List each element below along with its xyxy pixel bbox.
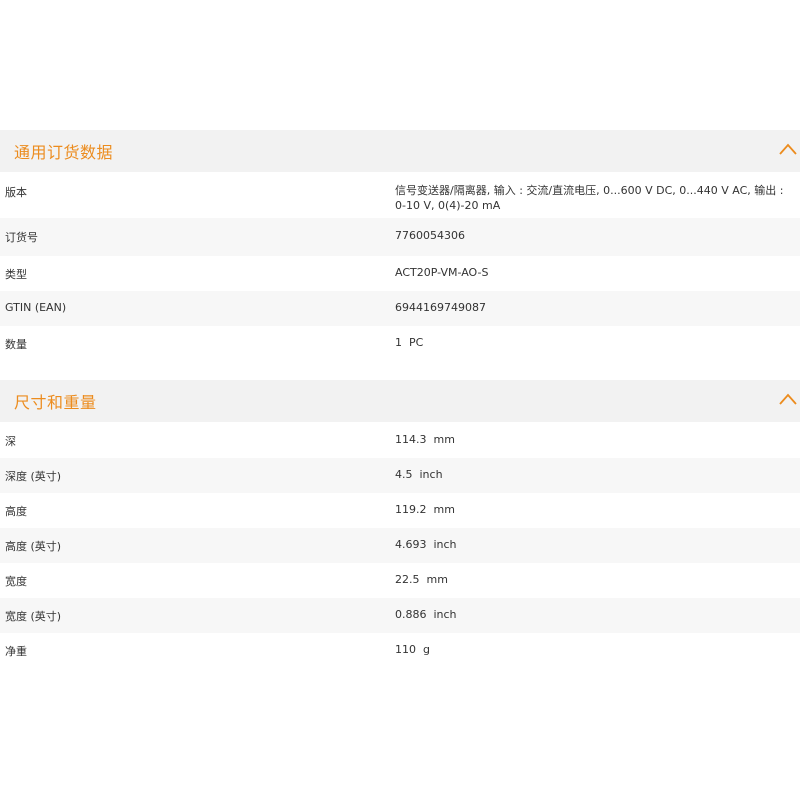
- row-label: 净重: [5, 645, 27, 658]
- table-row-quantity: 数量 1 PC: [0, 326, 800, 361]
- row-label: 订货号: [5, 231, 38, 244]
- page: 通用订货数据 版本 信号变送器/隔离器, 输入 : 交流/直流电压, 0...6…: [0, 0, 800, 800]
- table-row-gtin: GTIN (EAN) 6944169749087: [0, 291, 800, 326]
- row-value: 1 PC: [395, 336, 424, 349]
- section-title: 通用订货数据: [14, 143, 114, 162]
- row-value: 114.3 mm: [395, 433, 455, 446]
- table-row-net-weight: 净重 110 g: [0, 633, 800, 668]
- section-header-general-ordering[interactable]: 通用订货数据: [0, 130, 800, 172]
- row-label: 宽度 (英寸): [5, 610, 62, 623]
- chevron-up-icon[interactable]: [778, 142, 798, 156]
- table-row-height: 高度 119.2 mm: [0, 493, 800, 528]
- row-label: 深度 (英寸): [5, 470, 62, 483]
- row-label: 版本: [5, 186, 27, 199]
- row-value: 4.693 inch: [395, 538, 457, 551]
- table-row-type: 类型 ACT20P-VM-AO-S: [0, 256, 800, 291]
- row-label: 宽度: [5, 575, 27, 588]
- row-value: 4.5 inch: [395, 468, 443, 481]
- row-label: GTIN (EAN): [5, 301, 67, 314]
- row-value: 22.5 mm: [395, 573, 448, 586]
- row-value: 7760054306: [395, 229, 465, 242]
- row-label: 数量: [5, 338, 27, 351]
- table-row-depth-inch: 深度 (英寸) 4.5 inch: [0, 458, 800, 493]
- row-label: 高度: [5, 505, 27, 518]
- row-label: 高度 (英寸): [5, 540, 62, 553]
- row-value: 信号变送器/隔离器, 输入 : 交流/直流电压, 0...600 V DC, 0…: [395, 184, 784, 212]
- section-title: 尺寸和重量: [14, 393, 97, 412]
- row-value: 6944169749087: [395, 301, 486, 314]
- table-row-order-number: 订货号 7760054306: [0, 218, 800, 256]
- row-label: 深: [5, 435, 16, 448]
- row-value: 0.886 inch: [395, 608, 457, 621]
- chevron-up-icon[interactable]: [778, 392, 798, 406]
- table-row-depth: 深 114.3 mm: [0, 422, 800, 458]
- row-value: 110 g: [395, 643, 430, 656]
- table-row-height-inch: 高度 (英寸) 4.693 inch: [0, 528, 800, 563]
- table-row-version: 版本 信号变送器/隔离器, 输入 : 交流/直流电压, 0...600 V DC…: [0, 172, 800, 218]
- table-row-width: 宽度 22.5 mm: [0, 563, 800, 598]
- row-value: ACT20P-VM-AO-S: [395, 266, 489, 279]
- table-row-width-inch: 宽度 (英寸) 0.886 inch: [0, 598, 800, 633]
- row-label: 类型: [5, 268, 27, 281]
- section-header-dimensions[interactable]: 尺寸和重量: [0, 380, 800, 422]
- row-value: 119.2 mm: [395, 503, 455, 516]
- section-dimensions-weight: 尺寸和重量 深 114.3 mm 深度 (英寸) 4.5 inch 高度 119…: [0, 380, 800, 668]
- section-general-ordering-data: 通用订货数据 版本 信号变送器/隔离器, 输入 : 交流/直流电压, 0...6…: [0, 130, 800, 361]
